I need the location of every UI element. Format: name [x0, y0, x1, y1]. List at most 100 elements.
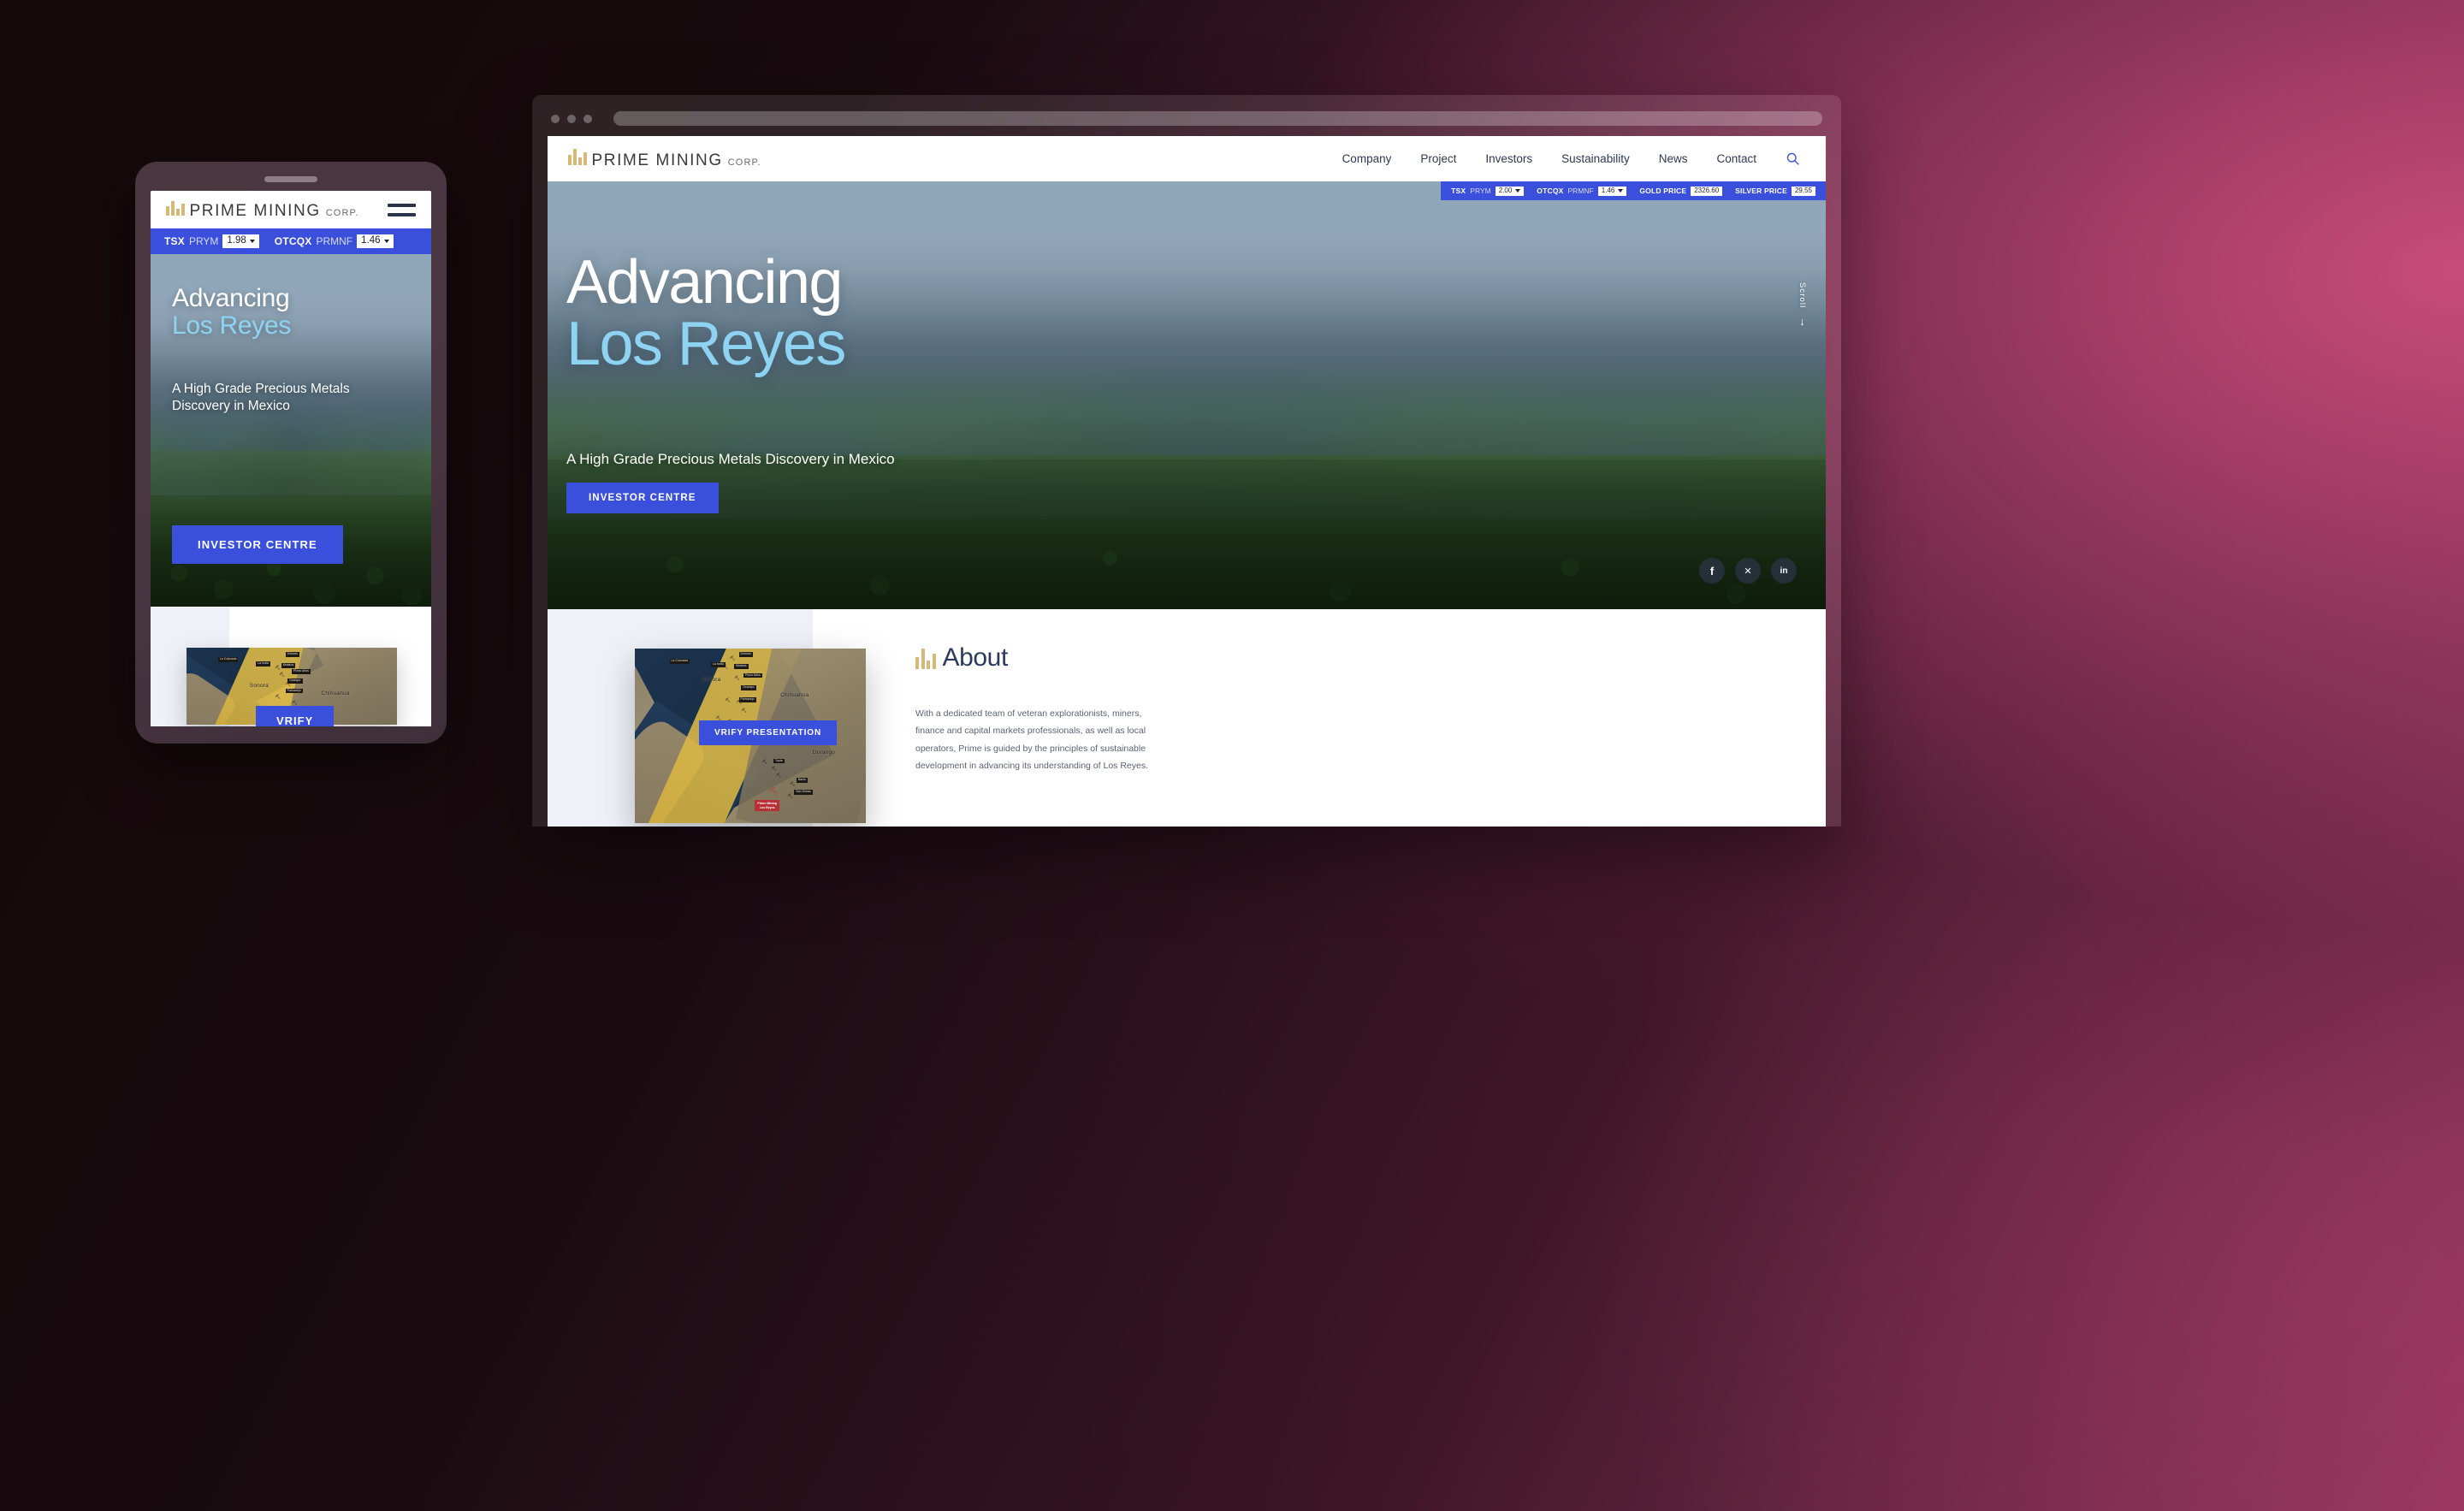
nav-item-project[interactable]: Project: [1420, 152, 1456, 165]
ticker-value-dropdown[interactable]: 1.98: [222, 234, 259, 248]
mine-pick-icon: ⛏: [285, 682, 291, 688]
desktop-stock-ticker: TSX PRYM 2.00 OTCQX PRMNF 1.46 GOLD PRIC…: [1441, 181, 1826, 200]
mine-pick-icon: ⛏: [722, 665, 728, 671]
scroll-indicator[interactable]: Scroll ↓: [1798, 282, 1807, 327]
desktop-logo[interactable]: PRIME MINING CORP.: [568, 148, 761, 170]
desktop-site-header: PRIME MINING CORP. Company Project Inves…: [548, 136, 1826, 181]
map-state-label-durango: Durango: [812, 750, 836, 756]
ticker-exchange: TSX: [164, 235, 185, 247]
mine-pick-icon: ⛏: [741, 708, 747, 714]
ticker-value-dropdown[interactable]: 1.46: [1597, 186, 1627, 196]
mobile-logo[interactable]: PRIME MINING CORP.: [166, 199, 359, 221]
nav-item-news[interactable]: News: [1659, 152, 1688, 165]
facebook-icon[interactable]: f: [1699, 558, 1725, 584]
search-icon[interactable]: [1786, 151, 1800, 166]
arrow-down-icon: ↓: [1799, 315, 1805, 329]
prime-bars-logo-icon: [166, 199, 185, 216]
ticker-exchange: OTCQX: [1537, 187, 1564, 195]
ticker-value-dropdown[interactable]: 2.00: [1495, 186, 1525, 196]
map-site-label: Ocampo: [741, 684, 756, 690]
prime-mining-marker: Prime Mining Los Reyes: [755, 800, 779, 812]
x-twitter-icon[interactable]: ✕: [1735, 558, 1761, 584]
maximize-window-dot[interactable]: [583, 114, 592, 123]
desktop-lower-section: Sonora Chihuahua Durango La Colorada Dol…: [548, 609, 1826, 827]
about-heading: About: [915, 643, 1172, 673]
hero-headline-line1: Advancing: [566, 248, 843, 317]
desktop-social-links: f ✕ in: [1699, 558, 1797, 584]
chevron-down-icon: [383, 240, 389, 243]
nav-item-contact[interactable]: Contact: [1716, 152, 1756, 165]
ticker-symbol: PRYM: [1470, 187, 1491, 195]
mobile-site-header: PRIME MINING CORP.: [151, 191, 431, 228]
ticker-item[interactable]: OTCQX PRMNF 1.46: [1537, 186, 1627, 196]
map-state-label-sonora: Sonora: [702, 676, 721, 683]
mine-pick-icon: ⛏: [771, 766, 777, 772]
map-site-label: Topia: [773, 758, 785, 764]
ticker-item-gold: GOLD PRICE 2326.60: [1639, 186, 1723, 196]
mobile-hero-copy: Advancing Los Reyes A High Grade Preciou…: [172, 285, 414, 415]
ticker-exchange: OTCQX: [274, 235, 312, 247]
map-site-label: Pinos Altos: [743, 673, 762, 678]
mine-pick-icon: ⛏: [275, 665, 281, 671]
about-title-text: About: [942, 643, 1009, 672]
prime-mining-pin-icon: ⛏: [768, 787, 778, 796]
desktop-hero-copy: Advancing Los Reyes: [566, 248, 846, 378]
map-site-label: La India: [256, 661, 271, 667]
gold-price-value: 2326.60: [1691, 186, 1723, 196]
minimize-window-dot[interactable]: [567, 114, 576, 123]
nav-item-sustainability[interactable]: Sustainability: [1561, 152, 1630, 165]
investor-centre-button[interactable]: INVESTOR CENTRE: [566, 483, 719, 513]
map-site-label: Dolores: [738, 652, 753, 657]
mobile-speaker-grille: [264, 176, 317, 182]
mine-pick-icon: ⛏: [761, 759, 767, 765]
chevron-down-icon: [1618, 189, 1624, 193]
map-site-label: Mulatos: [734, 664, 749, 670]
hero-headline-line1: Advancing: [172, 284, 290, 312]
mine-pick-icon: ⛏: [275, 694, 281, 700]
close-window-dot[interactable]: [551, 114, 560, 123]
hero-forest-canopy: [548, 459, 1826, 609]
nav-item-investors[interactable]: Investors: [1485, 152, 1532, 165]
browser-chrome-bar: [532, 95, 1841, 142]
mine-pick-icon: ⛏: [736, 700, 743, 706]
vrify-button[interactable]: VRIFY: [256, 706, 335, 726]
vrify-presentation-button[interactable]: VRIFY PRESENTATION: [699, 720, 838, 745]
silver-price-value: 29.55: [1791, 186, 1815, 196]
map-site-label: Dolores: [285, 652, 299, 658]
chevron-down-icon: [1515, 189, 1521, 193]
gold-price-label: GOLD PRICE: [1639, 187, 1687, 195]
ticker-value: 2.00: [1498, 187, 1513, 194]
logo-primary-text: PRIME MINING: [189, 202, 321, 220]
hero-headline-line2: Los Reyes: [566, 310, 846, 378]
ticker-value: 1.46: [361, 235, 381, 246]
prime-bars-logo-icon: [915, 647, 936, 669]
ticker-item[interactable]: OTCQX PRMNF 1.46: [275, 234, 394, 248]
logo-primary-text: PRIME MINING: [591, 151, 723, 169]
linkedin-icon[interactable]: in: [1771, 558, 1797, 584]
about-section: About With a dedicated team of veteran e…: [915, 643, 1172, 775]
silver-price-label: SILVER PRICE: [1735, 187, 1787, 195]
map-site-label: La Colorada: [217, 656, 239, 662]
mobile-hero-section: Advancing Los Reyes A High Grade Preciou…: [151, 254, 431, 607]
map-state-label-chihuahua: Chihuahua: [780, 692, 809, 698]
prime-marker-line2: Los Reyes: [759, 805, 775, 809]
about-body-text: With a dedicated team of veteran explora…: [915, 708, 1149, 772]
map-state-label: Sonora: [249, 683, 269, 690]
url-address-bar[interactable]: [613, 111, 1822, 126]
ticker-item[interactable]: TSX PRYM 1.98: [164, 234, 259, 248]
investor-centre-button[interactable]: INVESTOR CENTRE: [172, 525, 343, 564]
logo-suffix-text: CORP.: [325, 208, 359, 218]
ticker-value-dropdown[interactable]: 1.46: [357, 234, 394, 248]
nav-item-company[interactable]: Company: [1342, 152, 1392, 165]
mine-pick-icon: ⛏: [775, 773, 782, 779]
map-site-label: Mulatos: [281, 663, 296, 668]
desktop-main-nav: Company Project Investors Sustainability…: [1342, 151, 1800, 166]
map-site-label: San Dimas: [794, 790, 813, 795]
mobile-lower-section: Sonora Chihuahua La Colorada Dolores La …: [151, 607, 431, 726]
hamburger-menu-icon[interactable]: [388, 203, 416, 216]
mine-pick-icon: ⛏: [279, 672, 285, 678]
ticker-symbol: PRMNF: [1567, 187, 1594, 195]
prime-bars-logo-icon: [568, 148, 587, 165]
ticker-item[interactable]: TSX PRYM 2.00: [1451, 186, 1525, 196]
mine-pick-icon: ⛏: [734, 675, 740, 681]
